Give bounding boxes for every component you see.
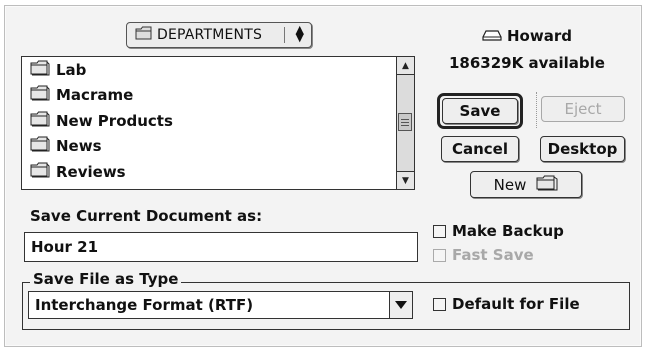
disk-info: Howard — [482, 27, 572, 45]
fast-save-label: Fast Save — [452, 246, 534, 264]
eject-button[interactable]: Eject — [541, 96, 625, 122]
file-list[interactable]: Lab Macrame New Products News Reviews ▲ … — [21, 56, 415, 190]
make-backup-label: Make Backup — [452, 222, 564, 240]
list-item-label: News — [56, 137, 102, 156]
filename-input[interactable] — [24, 232, 418, 262]
disk-available: 186329K available — [449, 54, 605, 72]
file-type-group-label: Save File as Type — [30, 270, 182, 288]
list-scrollbar[interactable]: ▲ ▼ — [396, 57, 414, 189]
list-item[interactable]: News — [22, 134, 396, 160]
folder-icon — [30, 60, 50, 80]
popup-arrows-icon: ▲ ▼ — [295, 23, 304, 44]
scroll-up-arrow-icon[interactable]: ▲ — [397, 57, 414, 75]
list-item-label: New Products — [56, 111, 173, 130]
desktop-button[interactable]: Desktop — [540, 136, 625, 162]
list-item[interactable]: Reviews — [22, 159, 396, 185]
default-for-file-label: Default for File — [452, 295, 580, 313]
make-backup-checkbox[interactable]: Make Backup — [433, 222, 564, 240]
list-item-label: Lab — [56, 60, 87, 79]
folder-icon — [30, 85, 50, 105]
folder-popup-menu[interactable]: DEPARTMENTS ▲ ▼ — [126, 22, 312, 48]
button-divider — [536, 92, 538, 128]
disk-icon — [482, 27, 502, 45]
popup-divider — [284, 27, 285, 43]
save-button[interactable]: Save — [442, 98, 518, 124]
new-folder-label: New — [493, 175, 527, 194]
list-item-label: Reviews — [56, 162, 126, 181]
file-type-selected: Interchange Format (RTF) — [35, 296, 254, 314]
list-item[interactable]: New Products — [22, 108, 396, 134]
list-item[interactable]: Lab — [22, 57, 396, 83]
list-item[interactable]: Macrame — [22, 83, 396, 109]
dropdown-arrow-icon[interactable] — [389, 292, 412, 318]
file-type-select[interactable]: Interchange Format (RTF) — [28, 291, 413, 319]
scroll-down-arrow-icon[interactable]: ▼ — [397, 171, 414, 189]
new-folder-button[interactable]: New — [470, 171, 582, 198]
save-as-label: Save Current Document as: — [30, 207, 263, 225]
folder-icon — [135, 26, 153, 44]
folder-popup-label: DEPARTMENTS — [157, 27, 263, 43]
new-folder-icon — [536, 175, 558, 195]
disk-name: Howard — [507, 27, 572, 45]
checkbox-box[interactable] — [433, 224, 446, 238]
default-for-file-checkbox[interactable]: Default for File — [433, 295, 580, 313]
folder-icon — [30, 162, 50, 182]
fast-save-checkbox[interactable]: Fast Save — [433, 246, 534, 264]
folder-icon — [30, 111, 50, 131]
checkbox-box[interactable] — [433, 248, 446, 262]
cancel-button[interactable]: Cancel — [441, 136, 519, 162]
checkbox-box[interactable] — [433, 297, 446, 311]
list-item-label: Macrame — [56, 86, 134, 105]
scroll-thumb[interactable] — [398, 113, 412, 131]
folder-icon — [30, 136, 50, 156]
